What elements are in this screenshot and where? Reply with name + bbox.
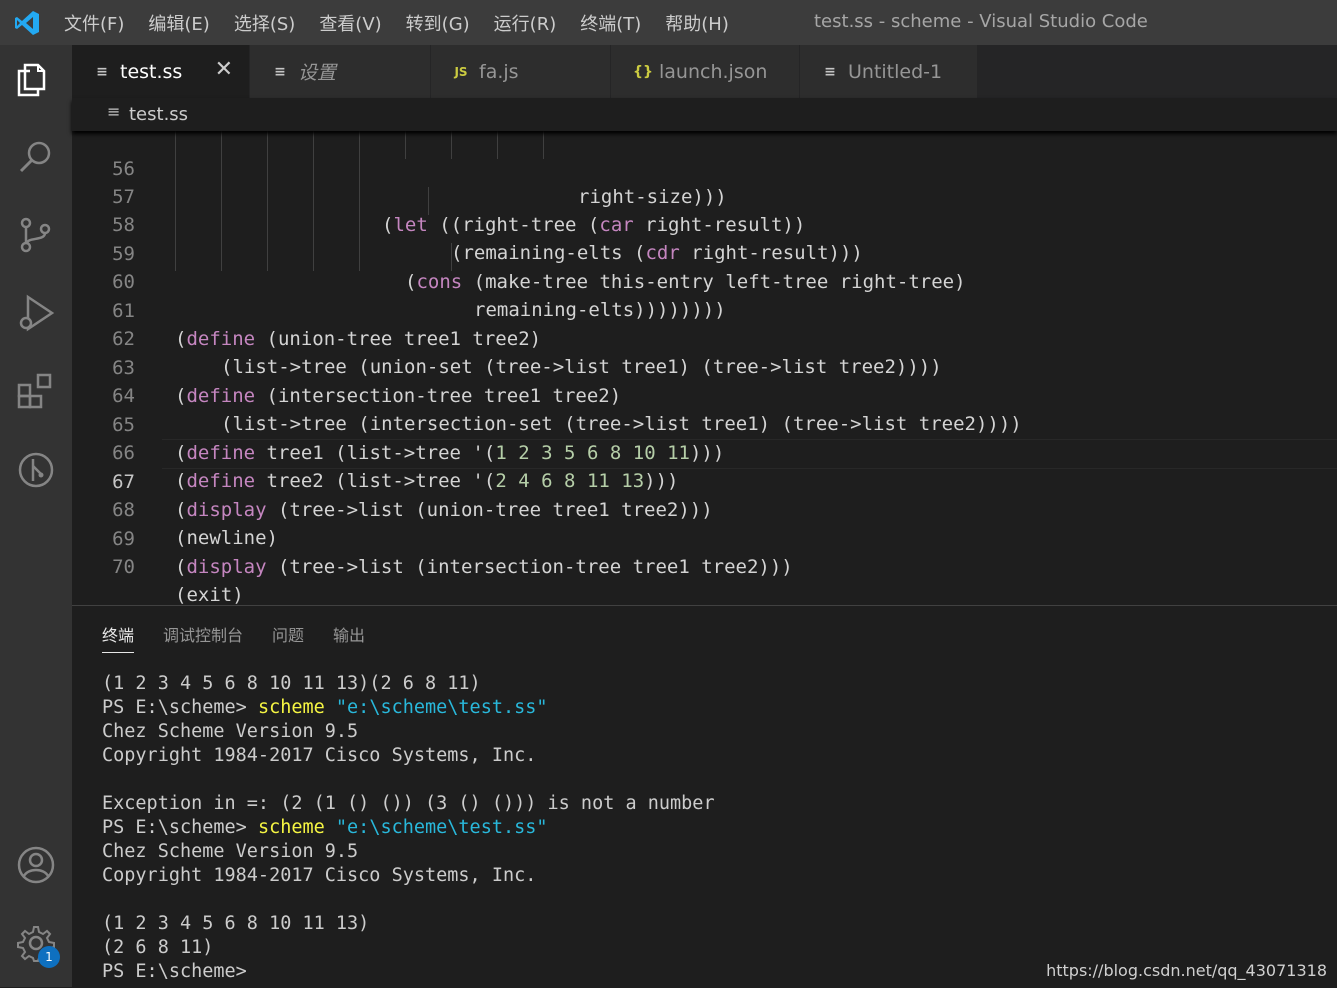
code-line: 65 (define tree1 (list->tree '(1 2 3 5 6… — [72, 383, 1337, 464]
bottom-panel: 终端 调试控制台 问题 输出 (1 2 3 4 5 6 8 10 11 13)(… — [72, 605, 1337, 988]
menu-terminal[interactable]: 终端(T) — [568, 10, 653, 36]
account-icon[interactable] — [16, 845, 56, 885]
code-line: 68 (newline) — [72, 468, 1337, 549]
tab-terminal[interactable]: 终端 — [102, 622, 135, 653]
code-text: (exit) — [175, 584, 244, 605]
tab-label: Untitled-1 — [848, 60, 943, 83]
menu-file[interactable]: 文件(F) — [52, 10, 136, 36]
menu-go[interactable]: 转到(G) — [394, 10, 482, 36]
file-lines-icon: ≡ — [107, 102, 121, 121]
file-lines-icon: ≡ — [96, 63, 108, 80]
extensions-icon[interactable] — [16, 371, 56, 411]
menu-bar: 文件(F) 编辑(E) 选择(S) 查看(V) 转到(G) 运行(R) 终端(T… — [52, 0, 741, 45]
terminal-output[interactable]: (1 2 3 4 5 6 8 10 11 13)(2 6 8 11) PS E:\… — [102, 672, 715, 984]
file-lines-icon: ≡ — [824, 63, 836, 80]
file-lines-icon: ≡ — [274, 63, 286, 80]
terminal-line: Chez Scheme Version 9.5 — [102, 721, 359, 742]
tab-bar: ≡ test.ss ✕ ≡ 设置 JS fa.js {} launch.json… — [72, 45, 1337, 98]
tab-output[interactable]: 输出 — [333, 622, 365, 653]
terminal-prompt: PS E:\scheme> — [102, 817, 247, 838]
code-line-current: 67 (display (tree->list (union-tree tree… — [72, 440, 1337, 521]
terminal-line: PS E:\scheme> scheme "e:\scheme\test.ss" — [102, 696, 715, 720]
explorer-icon[interactable] — [16, 59, 56, 99]
breadcrumb-file[interactable]: test.ss — [129, 104, 188, 125]
terminal-command: scheme — [257, 817, 325, 838]
tab-settings[interactable]: ≡ 设置 — [250, 45, 431, 98]
panel-tabs: 终端 调试控制台 问题 输出 — [102, 622, 394, 653]
tab-launch-json[interactable]: {} launch.json — [611, 45, 800, 98]
code-line: 64 (list->tree (intersection-set (tree->… — [72, 354, 1337, 435]
code-line: 62 (list->tree (union-set (tree->list tr… — [72, 297, 1337, 378]
line-number: 70 — [112, 556, 135, 578]
settings-badge: 1 — [38, 946, 60, 968]
terminal-line: (1 2 3 4 5 6 8 10 11 13)(2 6 8 11) — [102, 673, 481, 694]
tab-label: 设置 — [298, 62, 337, 84]
window-title: test.ss - scheme - Visual Studio Code — [814, 11, 1148, 32]
terminal-line: PS E:\scheme> — [102, 961, 247, 982]
terminal-line: Chez Scheme Version 9.5 — [102, 841, 359, 862]
terminal-line: PS E:\scheme> scheme "e:\scheme\test.ss" — [102, 816, 715, 840]
terminal-line: Copyright 1984-2017 Cisco Systems, Inc. — [102, 745, 537, 766]
tab-fa-js[interactable]: JS fa.js — [431, 45, 611, 98]
title-bar: 文件(F) 编辑(E) 选择(S) 查看(V) 转到(G) 运行(R) 终端(T… — [0, 0, 1337, 45]
tab-label: test.ss — [120, 60, 183, 83]
code-line: 66 (define tree2 (list->tree '(2 4 6 8 1… — [72, 411, 1337, 492]
code-line: 60 remaining-elts)))))))) — [72, 240, 1337, 321]
menu-help[interactable]: 帮助(H) — [653, 10, 741, 36]
terminal-line: (1 2 3 4 5 6 8 10 11 13) — [102, 913, 370, 934]
code-line: 56 right-size))) — [72, 131, 1337, 208]
code-line: 61 (define (union-tree tree1 tree2) — [72, 269, 1337, 350]
tab-untitled-1[interactable]: ≡ Untitled-1 — [800, 45, 978, 98]
terminal-prompt: PS E:\scheme> — [102, 697, 247, 718]
code-text: (display (tree->list (intersection-tree … — [175, 556, 793, 578]
json-braces-icon: {} — [633, 63, 653, 80]
code-line: 70 (exit) — [72, 525, 1337, 605]
activity-bar: 1 — [0, 45, 72, 987]
code-line: 58 (remaining-elts (cdr right-result))) — [72, 183, 1337, 264]
terminal-line: (2 6 8 11) — [102, 937, 214, 958]
code-line: 57 (let ((right-tree (car right-result)) — [72, 155, 1337, 236]
menu-selection[interactable]: 选择(S) — [222, 10, 307, 36]
breadcrumb: ≡ test.ss — [72, 98, 1337, 131]
terminal-argument: "e:\scheme\test.ss" — [335, 817, 548, 838]
terminal-line: Exception in =: (2 (1 () ()) (3 () ())) … — [102, 793, 715, 814]
code-line: 63 (define (intersection-tree tree1 tree… — [72, 326, 1337, 407]
code-line: 69 (display (tree->list (intersection-tr… — [72, 497, 1337, 578]
terminal-argument: "e:\scheme\test.ss" — [335, 697, 548, 718]
menu-run[interactable]: 运行(R) — [482, 10, 569, 36]
close-icon[interactable]: ✕ — [215, 57, 233, 82]
tab-debug-console[interactable]: 调试控制台 — [163, 622, 243, 653]
git-graph-icon[interactable] — [16, 450, 56, 490]
watermark: https://blog.csdn.net/qq_43071318 — [1046, 961, 1327, 980]
javascript-icon: JS — [454, 64, 468, 79]
tab-test-ss[interactable]: ≡ test.ss ✕ — [72, 45, 250, 98]
code-editor[interactable]: 56 right-size))) 57 (let ((right-tree (c… — [72, 131, 1337, 605]
tab-label: launch.json — [659, 60, 768, 83]
terminal-line: Copyright 1984-2017 Cisco Systems, Inc. — [102, 865, 537, 886]
terminal-command: scheme — [257, 697, 325, 718]
search-icon[interactable] — [16, 137, 56, 177]
code-line: 59 (cons (make-tree this-entry left-tree… — [72, 212, 1337, 293]
tab-label: fa.js — [479, 60, 519, 83]
vscode-logo-icon — [15, 11, 39, 35]
menu-edit[interactable]: 编辑(E) — [136, 10, 221, 36]
source-control-icon[interactable] — [16, 215, 56, 255]
tab-problems[interactable]: 问题 — [272, 622, 304, 653]
run-debug-icon[interactable] — [16, 293, 56, 333]
menu-view[interactable]: 查看(V) — [307, 10, 393, 36]
